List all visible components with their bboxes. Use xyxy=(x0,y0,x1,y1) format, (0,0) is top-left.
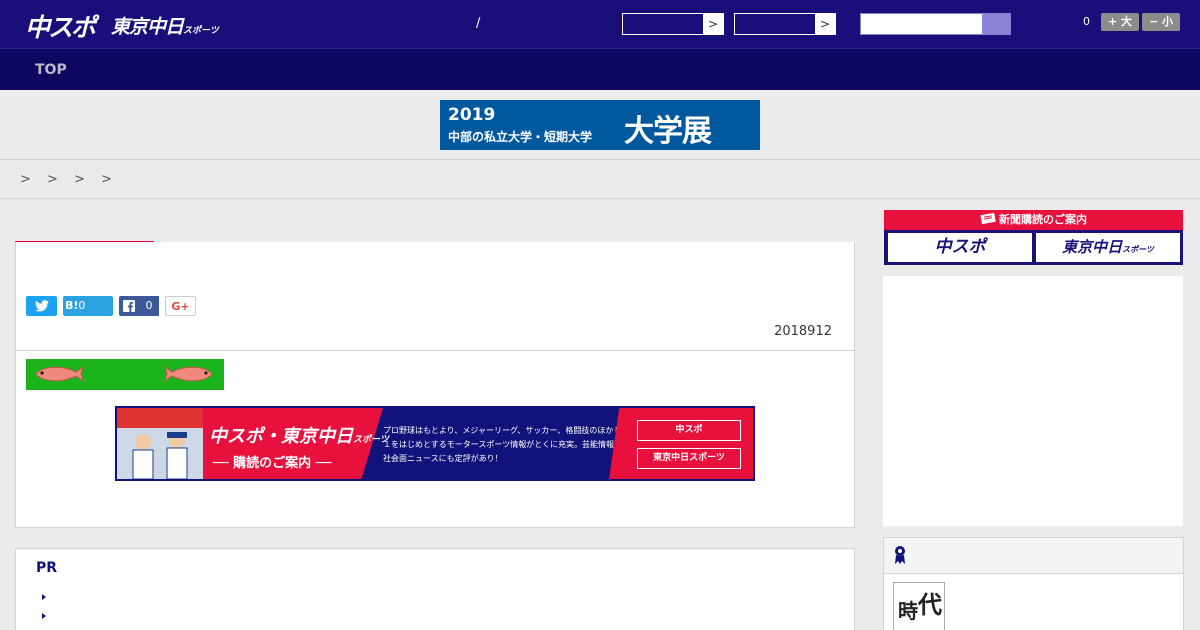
sea-bream-banner[interactable] xyxy=(26,359,224,390)
sea-bream-icon xyxy=(35,365,84,383)
sea-bream-icon xyxy=(164,365,213,383)
sidebar-ranking-box: 時 代 xyxy=(883,537,1184,630)
players-illustration xyxy=(117,408,207,479)
twitter-share-button[interactable] xyxy=(26,296,57,316)
pr-section: PR xyxy=(15,548,855,630)
sidebar-subscribe-tokyo-text: 東京中日 xyxy=(1062,238,1123,256)
article-thumbnail[interactable]: 時 代 xyxy=(893,582,945,630)
subscription-ad-title-main: 中スポ・東京中日 xyxy=(209,426,353,447)
subscription-ad-subtitle: ── 購読のご案内 ── xyxy=(213,456,332,471)
article-date: 2018912 xyxy=(774,324,832,339)
chevron-right-icon[interactable]: > xyxy=(815,14,835,34)
chevron-right-icon[interactable]: > xyxy=(703,14,723,34)
banner-year: 2019 xyxy=(448,105,496,125)
sidebar-subscribe-chuspo[interactable]: 中スポ xyxy=(888,233,1032,262)
newspaper-subscription-box: 新聞購読のご案内 中スポ 東京中日スポーツ xyxy=(884,210,1183,265)
article-card: B!0 0 G+ 2018912 中スポ・東京中日スポーツ ── 購読のご案内 … xyxy=(15,242,855,528)
banner-subtitle: 中部の私立大学・短期大学 xyxy=(448,130,593,144)
subscribe-tokyo-button[interactable]: 東京中日スポーツ xyxy=(637,448,741,469)
baseball-players-photo xyxy=(117,408,207,479)
font-smaller-button[interactable]: − 小 xyxy=(1142,13,1180,31)
thumbnail-char-1: 時 xyxy=(898,599,918,623)
ranking-ribbon-icon xyxy=(895,546,905,564)
main-nav: TOP xyxy=(0,48,1200,90)
pr-title: PR xyxy=(36,560,58,576)
thumbnail-char-2: 代 xyxy=(918,591,942,619)
subscription-ad-title: 中スポ・東京中日スポーツ xyxy=(209,422,389,448)
subscription-heading: 新聞購読のご案内 xyxy=(884,210,1183,230)
banner-area: 2019 中部の私立大学・短期大学 大学展 xyxy=(0,90,1200,160)
subscription-ad[interactable]: 中スポ・東京中日スポーツ ── 購読のご案内 ── プロ野球はもとより、メジャー… xyxy=(115,406,755,481)
logo-tokyo-chunichi[interactable]: 東京中日スポーツ xyxy=(111,12,219,39)
facebook-icon xyxy=(123,300,135,312)
hatena-count: 0 xyxy=(78,299,86,312)
sidebar-ad-slot[interactable] xyxy=(883,276,1183,526)
divider xyxy=(16,350,854,351)
logo-chuspo[interactable]: 中スポ xyxy=(25,8,96,44)
twitter-icon xyxy=(34,300,49,312)
facebook-count: 0 xyxy=(139,296,159,316)
ranking-header xyxy=(884,538,1183,574)
facebook-share-button[interactable]: 0 xyxy=(119,296,159,316)
logo-tokyo-suffix: スポーツ xyxy=(183,26,219,36)
logo-tokyo-text: 東京中日 xyxy=(111,16,184,38)
sidebar-subscribe-tokyo[interactable]: 東京中日スポーツ xyxy=(1036,233,1180,262)
university-fair-banner[interactable]: 2019 中部の私立大学・短期大学 大学展 xyxy=(440,100,760,150)
header-counter: 0 xyxy=(1083,15,1090,28)
subscription-heading-text: 新聞購読のご案内 xyxy=(999,213,1087,226)
search-button[interactable] xyxy=(982,14,1010,34)
site-header: 中スポ 東京中日スポーツ / > > 0 + 大 − 小 xyxy=(0,0,1200,48)
newspaper-icon xyxy=(980,212,996,225)
hatena-icon: B! xyxy=(65,299,79,312)
font-larger-button[interactable]: + 大 xyxy=(1101,13,1139,31)
subscribe-chuspo-button[interactable]: 中スポ xyxy=(637,420,741,441)
banner-title: 大学展 xyxy=(624,114,712,149)
bullet-icon xyxy=(42,594,46,600)
header-separator: / xyxy=(476,16,481,31)
divider xyxy=(0,198,1200,199)
gplus-share-button[interactable]: G+ xyxy=(165,296,196,316)
subscription-ad-description: プロ野球はもとより、メジャーリーグ、サッカー、格闘技のほかＦ１をはじめとするモー… xyxy=(383,426,622,463)
nav-item-top[interactable]: TOP xyxy=(35,62,67,78)
category-dropdown-1[interactable]: > xyxy=(622,13,724,35)
hatena-bookmark-button[interactable]: B!0 xyxy=(63,296,113,316)
bullet-icon xyxy=(42,613,46,619)
sidebar-subscribe-tokyo-suffix: スポーツ xyxy=(1122,245,1154,254)
category-dropdown-2[interactable]: > xyxy=(734,13,836,35)
search-input[interactable] xyxy=(860,13,1011,35)
breadcrumb[interactable]: > > > > xyxy=(20,172,118,187)
